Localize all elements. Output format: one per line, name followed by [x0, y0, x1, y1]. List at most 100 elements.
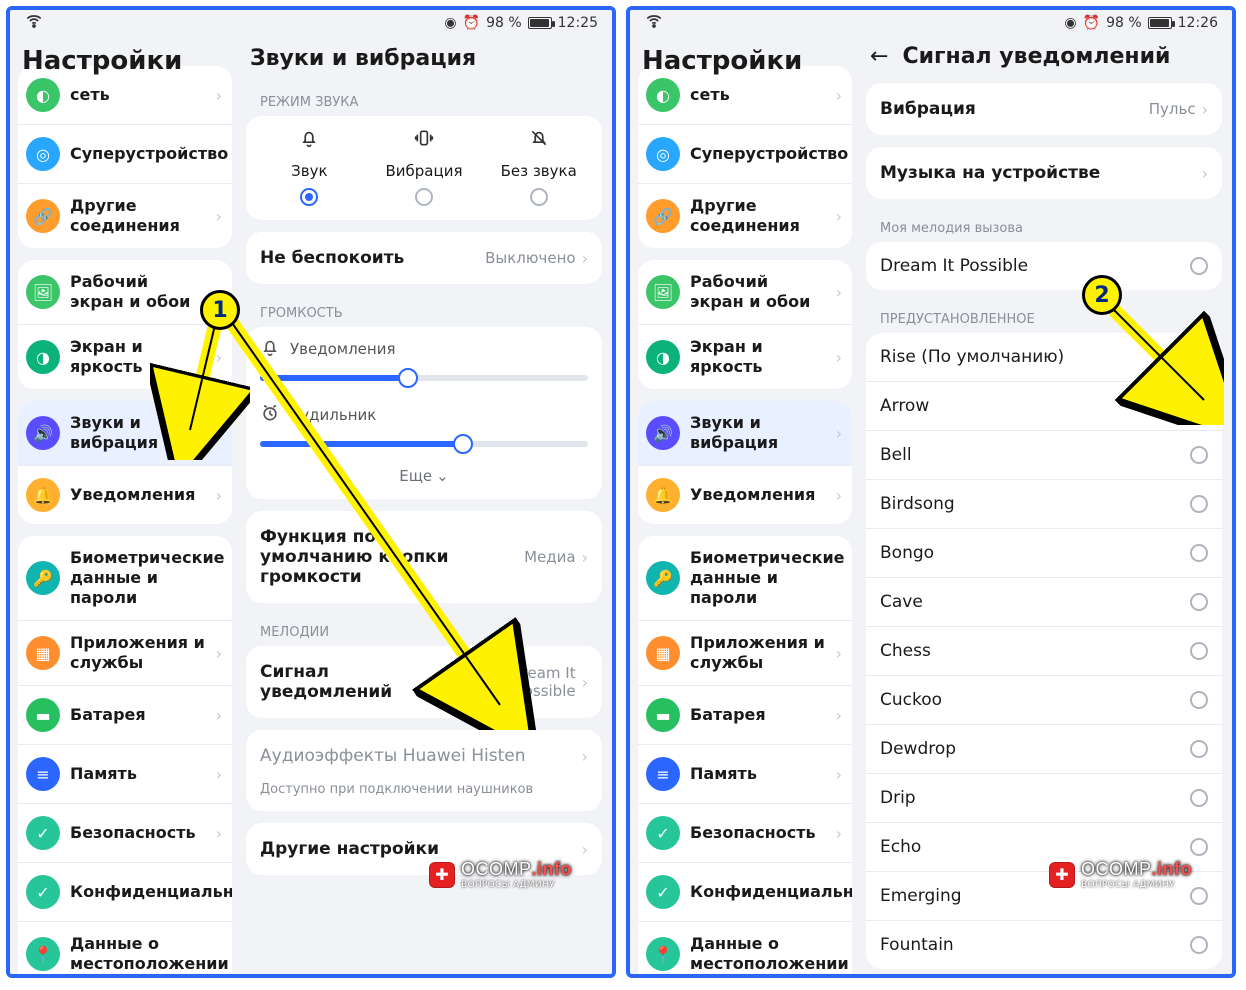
sidebar-item[interactable]: ≡Память› [638, 744, 852, 803]
sidebar-item-label: Батарея [70, 705, 206, 725]
sidebar-item[interactable]: ◐сеть› [638, 66, 852, 124]
volume-slider-bell[interactable]: Уведомления [246, 327, 602, 393]
ringtone-option[interactable]: Dream It Possible [866, 242, 1222, 290]
radio-icon [1190, 495, 1208, 513]
sidebar-item-label: сеть [690, 85, 826, 105]
ringtone-option[interactable]: Rise (По умолчанию) [866, 333, 1222, 381]
radio-icon [1190, 740, 1208, 758]
battery-icon [528, 17, 552, 29]
sound-mode-option[interactable]: Вибрация [367, 128, 482, 206]
more-label: Еще [399, 467, 432, 485]
volume-more-toggle[interactable]: Еще⌄ [246, 459, 602, 499]
sidebar-item[interactable]: ◑Экран и яркость› [638, 324, 852, 389]
slider-label: Уведомления [290, 340, 395, 358]
ringtone-option[interactable]: Dewdrop [866, 724, 1222, 773]
sidebar-item[interactable]: 🔔Уведомления› [638, 465, 852, 524]
bell-icon [260, 337, 280, 361]
alarm-icon [260, 403, 280, 427]
sidebar-item-icon: ≡ [26, 757, 60, 791]
sidebar-item-icon: 🖼 [26, 275, 60, 309]
chevron-right-icon: › [582, 840, 588, 859]
sidebar-item-icon: 📍 [646, 937, 680, 971]
sound-mode-option[interactable]: Без звука [481, 128, 596, 206]
eye-icon: ◉ [1064, 15, 1076, 31]
sidebar-item-icon: 🔗 [646, 199, 680, 233]
radio-icon [1190, 593, 1208, 611]
ringtone-option[interactable]: Cuckoo [866, 675, 1222, 724]
ringtone-option[interactable]: Cave [866, 577, 1222, 626]
chevron-right-icon: › [1202, 100, 1208, 119]
vibrate-icon [414, 128, 434, 154]
sidebar-item[interactable]: ◎Суперустройство› [18, 124, 232, 183]
sidebar-item-icon: ◎ [26, 137, 60, 171]
ringtone-option[interactable]: Arrow [866, 381, 1222, 430]
chevron-right-icon: › [216, 424, 222, 443]
sidebar-item-icon: ◎ [646, 137, 680, 171]
sidebar-item[interactable]: ▬Батарея› [18, 685, 232, 744]
sidebar-item[interactable]: 🔑Биометрические данные и пароли› [638, 536, 852, 620]
sound-mode-segmented[interactable]: Звук Вибрация Без звука [246, 116, 602, 220]
ringtone-option[interactable]: Bongo [866, 528, 1222, 577]
sidebar-item-icon: ◑ [26, 340, 60, 374]
ringtone-name: Bell [880, 445, 912, 465]
watermark: ✚ OCOMP.info ВОПРОСЫ АДМИНУ [1049, 859, 1192, 890]
sidebar-item[interactable]: ✓Безопасность› [18, 803, 232, 862]
chevron-right-icon: › [836, 424, 842, 443]
alarm-icon: ⏰ [463, 15, 480, 31]
volume-button-default-row[interactable]: Функция по умолчанию кнопки громкости Ме… [246, 511, 602, 603]
sidebar-item[interactable]: ▬Батарея› [638, 685, 852, 744]
sidebar-item[interactable]: ▦Приложения и службы› [18, 620, 232, 685]
back-icon[interactable]: ← [870, 44, 888, 69]
sidebar-item[interactable]: 🔔Уведомления› [18, 465, 232, 524]
sidebar-item[interactable]: ◑ Экран и яркость › [18, 324, 232, 389]
volume-slider-alarm[interactable]: Будильник [246, 393, 602, 459]
music-on-device-title: Музыка на устройстве [880, 163, 1100, 183]
music-on-device-row[interactable]: Музыка на устройстве › [866, 147, 1222, 199]
sidebar-item[interactable]: ◎Суперустройство› [638, 124, 852, 183]
sidebar-item-label: Экран и яркость [70, 337, 206, 377]
watermark-brand: OCOMP [1081, 859, 1152, 879]
ringtone-option[interactable]: Chess [866, 626, 1222, 675]
ringtone-option[interactable]: Drip [866, 773, 1222, 822]
ringtone-option[interactable]: Fountain [866, 920, 1222, 969]
chevron-right-icon: › [216, 348, 222, 367]
sidebar-item[interactable]: ✓Конфиденциальность› [18, 862, 232, 921]
ringtone-name: Rise (По умолчанию) [880, 347, 1064, 367]
sidebar-item-icon: ✓ [646, 816, 680, 850]
ringtone-name: Dewdrop [880, 739, 956, 759]
phone-left: ◉ ⏰ 98 % 12:25 Настройки ◐сеть›◎Суперуст… [6, 6, 616, 978]
radio-icon [1190, 838, 1208, 856]
radio-icon [1190, 691, 1208, 709]
sidebar-item[interactable]: 🔗Другие соединения› [638, 183, 852, 248]
vibration-title: Вибрация [880, 99, 976, 119]
chevron-right-icon: › [216, 644, 222, 663]
sidebar-item-icon: ✓ [26, 816, 60, 850]
sidebar-item[interactable]: ✓Конфиденциальность› [638, 862, 852, 921]
sidebar-item[interactable]: 🔊Звуки и вибрация› [18, 401, 232, 465]
dnd-row[interactable]: Не беспокоить Выключено › [246, 232, 602, 284]
sidebar-item[interactable]: 🔑Биометрические данные и пароли› [18, 536, 232, 620]
sidebar-item[interactable]: ≡Память› [18, 744, 232, 803]
sidebar-item[interactable]: ✓Безопасность› [638, 803, 852, 862]
chevron-right-icon: › [582, 747, 588, 766]
sidebar-item[interactable]: 🔗Другие соединения› [18, 183, 232, 248]
notification-sound-row[interactable]: Сигнал уведомлений Dream It Possible › [246, 646, 602, 718]
sidebar-item[interactable]: 🔊Звуки и вибрация› [638, 401, 852, 465]
ringtone-name: Birdsong [880, 494, 955, 514]
ringtone-option[interactable]: Bell [866, 430, 1222, 479]
vibration-row[interactable]: Вибрация Пульс › [866, 83, 1222, 135]
ringtone-option[interactable]: Birdsong [866, 479, 1222, 528]
sidebar-item[interactable]: 📍Данные о местоположении› [18, 921, 232, 974]
ringtone-name: Cave [880, 592, 923, 612]
sidebar-item-icon: ≡ [646, 757, 680, 791]
sidebar-item[interactable]: 📍Данные о местоположении› [638, 921, 852, 974]
chevron-down-icon: ⌄ [436, 467, 449, 485]
sidebar-item[interactable]: ◐сеть› [18, 66, 232, 124]
sidebar-item-icon: ▬ [646, 698, 680, 732]
chevron-right-icon: › [836, 86, 842, 105]
sidebar-item-label: Другие соединения [70, 196, 206, 236]
sound-mode-option[interactable]: Звук [252, 128, 367, 206]
sidebar-item[interactable]: 🖼Рабочий экран и обои› [638, 260, 852, 324]
sound-mode-label: Вибрация [386, 162, 463, 180]
sidebar-item[interactable]: ▦Приложения и службы› [638, 620, 852, 685]
